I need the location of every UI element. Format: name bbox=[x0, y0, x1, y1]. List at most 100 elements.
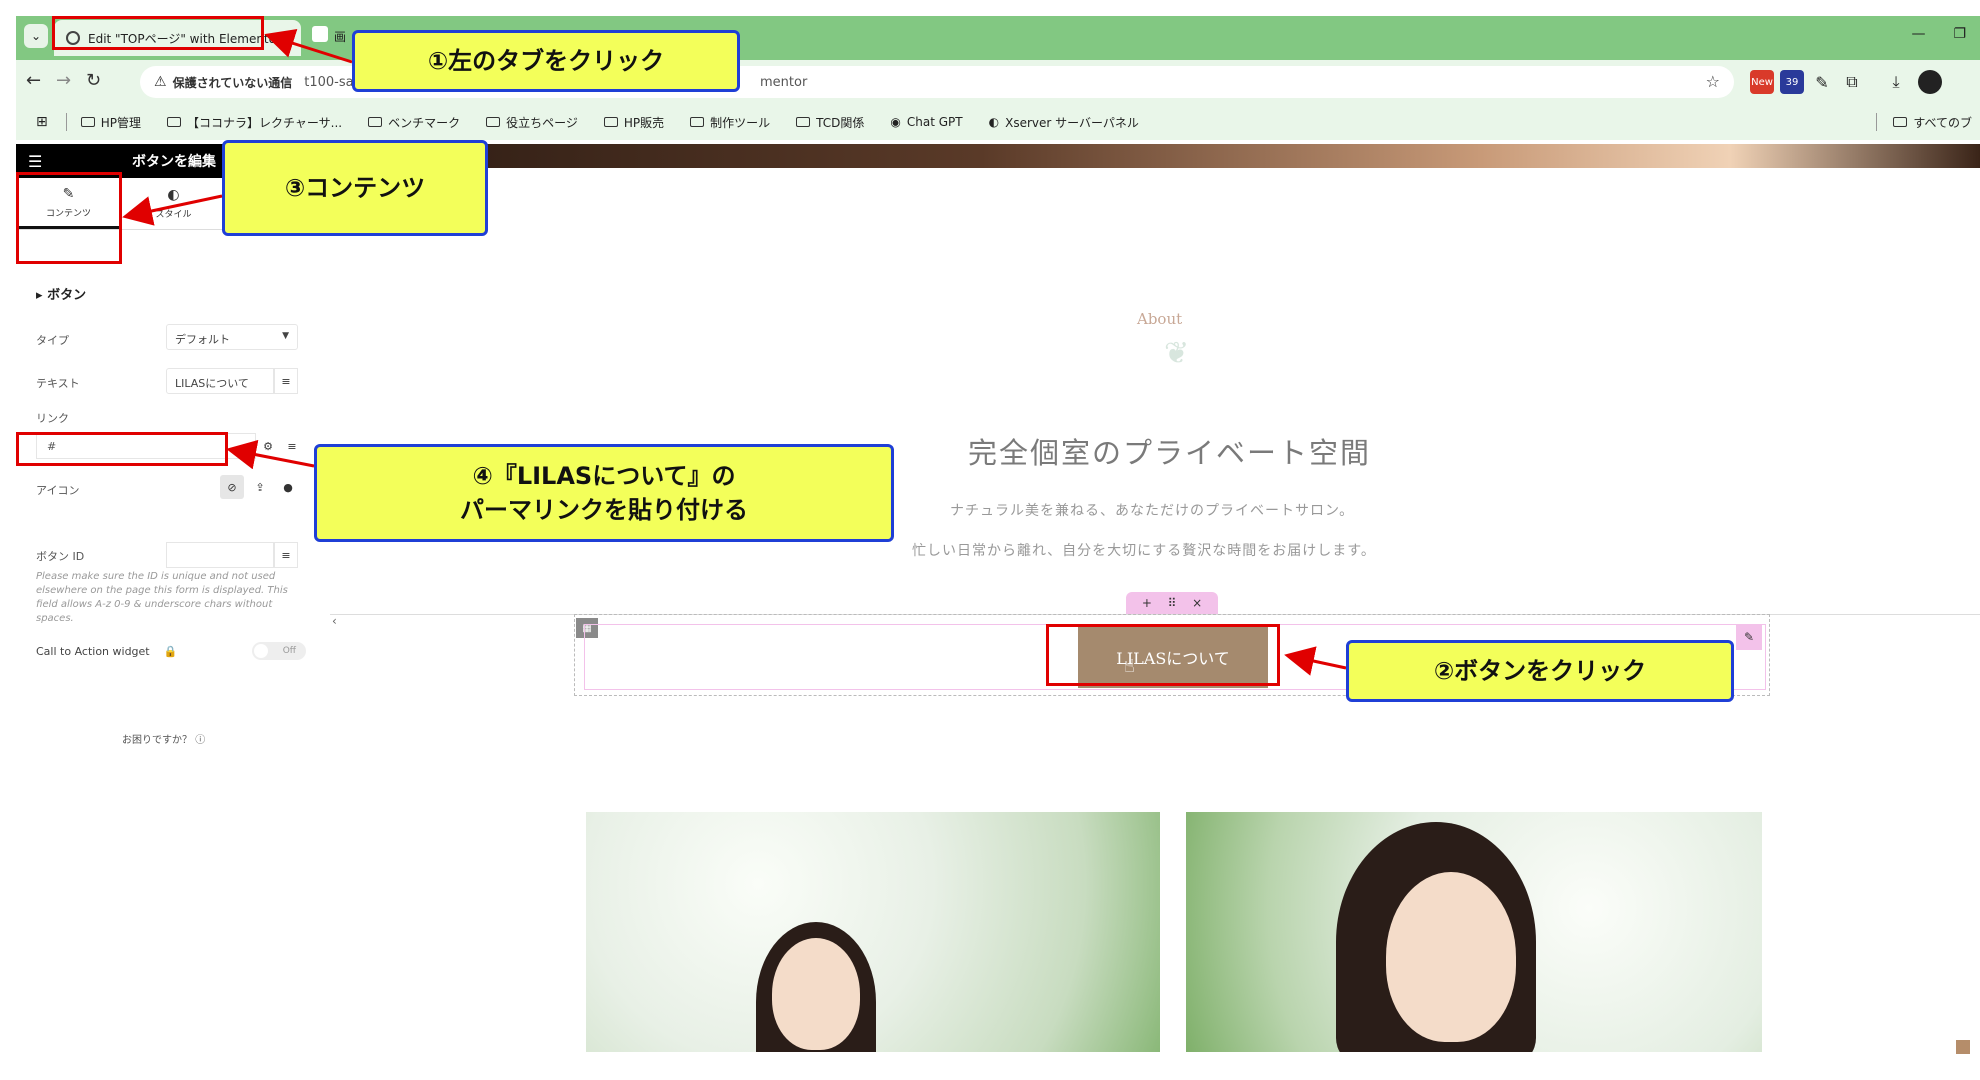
apps-grid-icon[interactable]: ⊞ bbox=[36, 114, 48, 130]
download-icon[interactable]: ⤓ bbox=[1884, 70, 1908, 94]
type-label: タイプ bbox=[36, 334, 69, 347]
eyedropper-icon[interactable]: ✎ bbox=[1810, 70, 1834, 94]
callout-step4-line1: ④『LILASについて』の bbox=[472, 462, 736, 490]
security-label[interactable]: 保護されていない通信 bbox=[173, 74, 293, 91]
bookmark-item[interactable]: HP管理 bbox=[80, 114, 141, 131]
icon-choices: ⊘ ⇪ ● bbox=[220, 475, 300, 499]
extension-new-icon[interactable]: New bbox=[1750, 70, 1774, 94]
xserver-icon: ◐ bbox=[988, 115, 1000, 129]
tab-style[interactable]: ◐ スタイル bbox=[121, 178, 226, 229]
drag-section-icon[interactable]: ⠿ bbox=[1168, 596, 1177, 610]
text-label: テキスト bbox=[36, 377, 80, 390]
section-toggle-button[interactable]: ▸ ボタン bbox=[36, 284, 86, 303]
section-subtext-1[interactable]: ナチュラル美を兼ねる、あなただけのプライベートサロン。 bbox=[950, 500, 1354, 520]
link-settings-gear-icon[interactable]: ⚙ bbox=[256, 433, 280, 459]
bookmark-label: HP販売 bbox=[623, 115, 665, 130]
all-bookmarks[interactable]: すべてのブ bbox=[1876, 113, 1972, 131]
forward-arrow-icon[interactable]: → bbox=[56, 70, 71, 91]
need-help-link[interactable]: お困りですか？ ⓘ bbox=[122, 731, 205, 746]
url-text-end: mentor bbox=[760, 74, 808, 90]
half-circle-icon: ◐ bbox=[167, 187, 180, 203]
dynamic-tags-icon[interactable]: ≡ bbox=[274, 542, 298, 568]
extension-count-icon[interactable]: 39 bbox=[1780, 70, 1804, 94]
scroll-corner-mark bbox=[1956, 1040, 1970, 1054]
dynamic-tags-icon[interactable]: ≡ bbox=[280, 433, 304, 459]
collapse-panel-icon[interactable]: ‹ bbox=[332, 614, 337, 628]
leaf-ornament-icon: ❦ bbox=[1164, 336, 1190, 371]
button-id-input[interactable] bbox=[166, 542, 274, 568]
bookmark-item[interactable]: ベンチマーク bbox=[368, 114, 460, 131]
folder-icon bbox=[368, 117, 383, 127]
back-arrow-icon[interactable]: ← bbox=[26, 70, 41, 91]
cta-toggle[interactable]: Off bbox=[252, 642, 306, 660]
bookmark-label: Xserver サーバーパネル bbox=[1005, 115, 1139, 130]
bookmark-star-icon[interactable]: ☆ bbox=[1706, 72, 1720, 91]
cta-toggle-label: Off bbox=[282, 646, 296, 656]
need-help-label: お困りですか？ bbox=[122, 735, 192, 746]
callout-step2: ②ボタンをクリック bbox=[1346, 640, 1734, 702]
folder-icon bbox=[1893, 117, 1908, 127]
browser-toolbar: ← → ↻ ⚠ 保護されていない通信 t100-sa mentor ☆ New … bbox=[16, 60, 1980, 104]
bookmark-item[interactable]: ◐ Xserver サーバーパネル bbox=[989, 114, 1139, 131]
profile-avatar[interactable] bbox=[1918, 70, 1942, 94]
callout-step4-line2: パーマリンクを貼り付ける bbox=[460, 496, 748, 524]
section-subtext-2[interactable]: 忙しい日常から離れ、自分を大切にする贅沢な時間をお届けします。 bbox=[912, 540, 1376, 560]
bookmark-item[interactable]: 役立ちページ bbox=[486, 114, 578, 131]
upload-icon[interactable]: ⇪ bbox=[248, 475, 272, 499]
window-controls: — ❐ bbox=[1911, 26, 1966, 42]
warning-triangle-icon[interactable]: ⚠ bbox=[154, 74, 167, 90]
type-select-value: デフォルト bbox=[175, 333, 230, 346]
none-icon[interactable]: ⊘ bbox=[220, 475, 244, 499]
openai-icon: ◉ bbox=[890, 115, 901, 129]
icon-label: アイコン bbox=[36, 484, 80, 497]
bookmark-label: Chat GPT bbox=[906, 115, 963, 129]
folder-icon bbox=[167, 117, 181, 127]
tab-search-dropdown-icon[interactable]: ⌄ bbox=[24, 24, 48, 48]
highlight-button bbox=[1046, 624, 1280, 686]
edit-widget-pencil-icon[interactable]: ✎ bbox=[1736, 624, 1762, 650]
bookmark-item[interactable]: 制作ツール bbox=[690, 114, 770, 131]
delete-section-icon[interactable]: × bbox=[1192, 596, 1202, 610]
help-note: Please make sure the ID is unique and no… bbox=[36, 571, 288, 624]
bookmark-label: HP管理 bbox=[100, 115, 141, 130]
bookmark-label: TCD関係 bbox=[816, 115, 865, 130]
type-select[interactable]: デフォルト ▼ bbox=[166, 324, 298, 350]
bookmark-label: ベンチマーク bbox=[388, 115, 461, 130]
cta-widget-row: Call to Action widget 🔒 bbox=[36, 645, 177, 658]
extensions-puzzle-icon[interactable]: ⧉ bbox=[1840, 70, 1864, 94]
second-tab-title[interactable]: 画 bbox=[334, 28, 346, 45]
tab-favicon[interactable] bbox=[312, 26, 328, 42]
woman-photo-1 bbox=[586, 812, 1160, 1052]
bookmark-item[interactable]: TCD関係 bbox=[796, 114, 864, 131]
highlight-content-tab bbox=[16, 172, 122, 264]
lock-icon: 🔒 bbox=[163, 645, 178, 658]
bookmark-label: 【ココナラ】レクチャーサ... bbox=[187, 115, 343, 130]
caret-down-icon: ▼ bbox=[282, 331, 289, 341]
add-section-icon[interactable]: + bbox=[1142, 596, 1152, 610]
folder-icon bbox=[80, 117, 95, 127]
woman-photo-2 bbox=[1186, 812, 1762, 1052]
hamburger-menu-icon[interactable]: ☰ bbox=[28, 152, 46, 171]
bookmark-item[interactable]: ◉ Chat GPT bbox=[890, 115, 962, 129]
bookmark-item[interactable]: HP販売 bbox=[603, 114, 665, 131]
reload-icon[interactable]: ↻ bbox=[86, 70, 101, 91]
callout-step1: ①左のタブをクリック bbox=[352, 30, 740, 92]
bookmark-item[interactable]: 【ココナラ】レクチャーサ... bbox=[167, 114, 342, 131]
face-shape bbox=[1386, 872, 1516, 1042]
tab-style-label: スタイル bbox=[155, 210, 192, 220]
minimize-button[interactable]: — bbox=[1911, 26, 1925, 42]
circle-icon[interactable]: ● bbox=[276, 475, 300, 499]
callout-step3: ③コンテンツ bbox=[222, 140, 488, 236]
section-heading[interactable]: 完全個室のプライベート空間 bbox=[968, 430, 1371, 472]
folder-icon bbox=[690, 117, 705, 127]
cta-label: Call to Action widget bbox=[36, 645, 150, 658]
hero-image-strip bbox=[316, 144, 1980, 168]
section-handle[interactable]: + ⠿ × bbox=[1126, 592, 1218, 614]
callout-step4: ④『LILASについて』の パーマリンクを貼り付ける bbox=[314, 444, 894, 542]
all-bookmarks-label: すべてのブ bbox=[1913, 115, 1972, 130]
dynamic-tags-icon[interactable]: ≡ bbox=[274, 368, 298, 394]
button-id-label: ボタン ID bbox=[36, 550, 85, 563]
folder-icon bbox=[603, 117, 618, 127]
restore-button[interactable]: ❐ bbox=[1953, 26, 1966, 42]
text-input[interactable]: LILASについて bbox=[166, 368, 274, 394]
